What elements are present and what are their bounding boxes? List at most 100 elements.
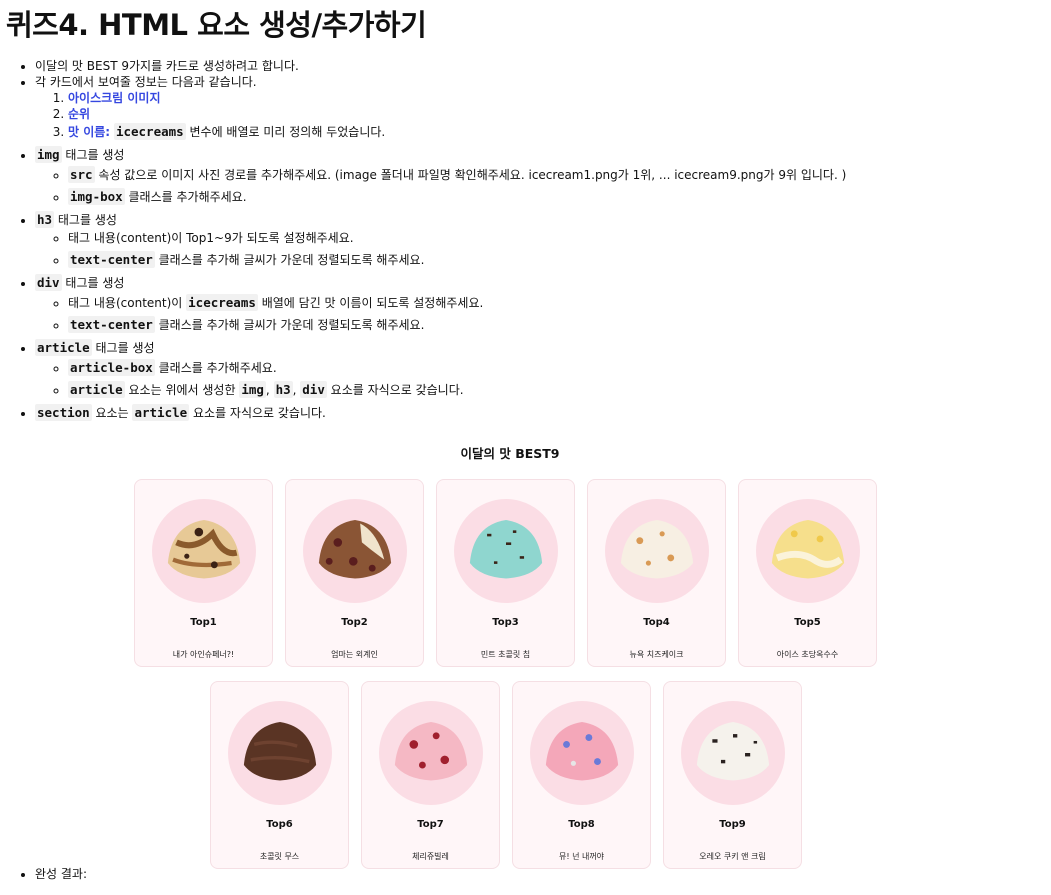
div-content-pre: 태그 내용(content)이 [68,296,183,310]
article-tag-code: article [35,339,92,356]
div-tag-text: 태그를 생성 [65,276,125,290]
info-image-label: 아이스크림 이미지 [68,91,161,105]
img-box [453,499,558,603]
img-tag-code: img [35,146,62,163]
card-flavor: 엄마는 외계인 [331,650,378,659]
article-class-text: 클래스를 추가해주세요. [158,361,277,375]
section-code: section [35,404,92,421]
card-4: Top4 뉴욕 치즈케이크 [587,479,726,667]
info-rank: 순위 [68,106,1051,122]
final-result: 완성 결과: [0,865,87,882]
h3-class-text: 클래스를 추가해 글씨가 가운데 정렬되도록 해주세요. [158,253,425,267]
card-3: Top3 민트 초콜릿 칩 [436,479,575,667]
article-c1-code: img [239,381,266,398]
section-text2: 요소를 자식으로 갖습니다. [192,406,326,420]
card-9: Top9 오레오 쿠키 앤 크림 [663,681,802,869]
h3-content-item: 태그 내용(content)이 Top1~9가 되도록 설정해주세요. [68,228,1051,248]
card-flavor: 체리쥬빌레 [412,852,449,861]
article-class-code: article-box [68,359,155,376]
img-box [755,499,860,603]
icecream-2-image [318,520,391,579]
article-c3-code: div [300,381,327,398]
div-content-item: 태그 내용(content)이 icecreams 배열에 담긴 맛 이름이 되… [68,293,1051,313]
img-src-text: 속성 값으로 이미지 사진 경로를 추가해주세요. (image 폴더내 파일명… [98,168,847,182]
img-class-text: 클래스를 추가해주세요. [128,190,247,204]
card-flavor: 민트 초콜릿 칩 [480,650,531,659]
card-flavor: 초콜릿 무스 [259,852,300,861]
icecream-9-image [696,722,769,781]
img-tag-text: 태그를 생성 [65,148,125,162]
div-content-post: 배열에 담긴 맛 이름이 되도록 설정해주세요. [261,296,484,310]
info-name: 맛 이름: icecreams 변수에 배열로 미리 정의해 두었습니다. [68,122,1051,142]
page-title: 퀴즈4. HTML 요소 생성/추가하기 [6,8,427,42]
card-rank: Top4 [643,617,670,628]
icecream-7-image [394,722,467,781]
card-flavor: 뮤! 넌 내꺼야 [558,852,605,861]
card-rank: Top6 [266,819,293,830]
icecream-1-image [167,520,240,579]
card-row-2: Top6 초콜릿 무스 Top7 체리쥬빌레 Top8 뮤! 넌 내꺼야 Top… [210,681,802,869]
card-rank: Top8 [568,819,595,830]
section-item: section 요소는 article 요소를 자식으로 갖습니다. [35,404,1051,421]
div-class-text: 클래스를 추가해 글씨가 가운데 정렬되도록 해주세요. [158,318,425,332]
card-rank: Top3 [492,617,519,628]
card-6: Top6 초콜릿 무스 [210,681,349,869]
icecream-5-image [771,520,844,579]
div-class-code: text-center [68,316,155,333]
section-text1: 요소는 [95,406,129,420]
card-flavor: 내가 아인슈페너?! [172,650,235,659]
card-2: Top2 엄마는 외계인 [285,479,424,667]
card-7: Top7 체리쥬빌레 [361,681,500,869]
card-info-text: 각 카드에서 보여줄 정보는 다음과 같습니다. [35,75,257,89]
img-src-code: src [68,166,95,183]
card-row-1: Top1 내가 아인슈페너?! Top2 엄마는 외계인 Top3 민트 초콜릿… [134,479,877,667]
article-tag-text: 태그를 생성 [95,341,155,355]
h3-class-item: text-center 클래스를 추가해 글씨가 가운데 정렬되도록 해주세요. [68,250,1051,270]
result-title: 이달의 맛 BEST9 [460,446,560,461]
article-class-item: article-box 클래스를 추가해주세요. [68,358,1051,378]
card-rank: Top9 [719,819,746,830]
div-item: div 태그를 생성 태그 내용(content)이 icecreams 배열에… [35,274,1051,335]
div-content-code: icecreams [186,294,258,311]
article-child-text: 요소는 위에서 생성한 [128,383,236,397]
card-8: Top8 뮤! 넌 내꺼야 [512,681,651,869]
info-name-label: 맛 이름: [68,125,111,139]
h3-tag-code: h3 [35,211,55,228]
img-item: img 태그를 생성 src 속성 값으로 이미지 사진 경로를 추가해주세요.… [35,146,1051,207]
img-box [529,701,634,805]
info-rank-label: 순위 [68,107,91,121]
icecream-8-image [545,722,618,781]
card-1: Top1 내가 아인슈페너?! [134,479,273,667]
img-box [227,701,332,805]
img-box [151,499,256,603]
article-item: article 태그를 생성 article-box 클래스를 추가해주세요. … [35,339,1051,400]
icecream-6-image [243,722,316,781]
section-code2: article [132,404,190,421]
img-box [604,499,709,603]
h3-content-text: 태그 내용(content)이 Top1~9가 되도록 설정해주세요. [68,231,354,245]
card-rank: Top5 [794,617,821,628]
card-flavor: 뉴욕 치즈케이크 [629,650,684,659]
h3-tag-text: 태그를 생성 [57,213,117,227]
card-rank: Top7 [417,819,444,830]
img-box [680,701,785,805]
card-info-item: 각 카드에서 보여줄 정보는 다음과 같습니다. 아이스크림 이미지 순위 맛 … [35,74,1051,142]
article-child-end: 요소를 자식으로 갖습니다. [330,383,464,397]
div-tag-code: div [35,274,62,291]
img-box [378,701,483,805]
article-child-item: article 요소는 위에서 생성한 img, h3, div 요소를 자식으… [68,380,1051,400]
icecream-3-image [469,520,542,579]
intro-item: 이달의 맛 BEST 9가지를 카드로 생성하려고 합니다. [35,58,1051,74]
img-class-item: img-box 클래스를 추가해주세요. [68,187,1051,207]
card-flavor: 오레오 쿠키 앤 크림 [699,852,766,861]
article-child-code: article [68,381,125,398]
div-class-item: text-center 클래스를 추가해 글씨가 가운데 정렬되도록 해주세요. [68,315,1051,335]
h3-class-code: text-center [68,251,155,268]
img-box [302,499,407,603]
article-c2-code: h3 [273,381,293,398]
img-src-item: src 속성 값으로 이미지 사진 경로를 추가해주세요. (image 폴더내… [68,165,1051,185]
img-class-code: img-box [68,188,125,205]
instructions: 이달의 맛 BEST 9가지를 카드로 생성하려고 합니다. 각 카드에서 보여… [0,58,1051,421]
card-rank: Top1 [190,617,217,628]
info-name-code: icecreams [113,123,186,140]
